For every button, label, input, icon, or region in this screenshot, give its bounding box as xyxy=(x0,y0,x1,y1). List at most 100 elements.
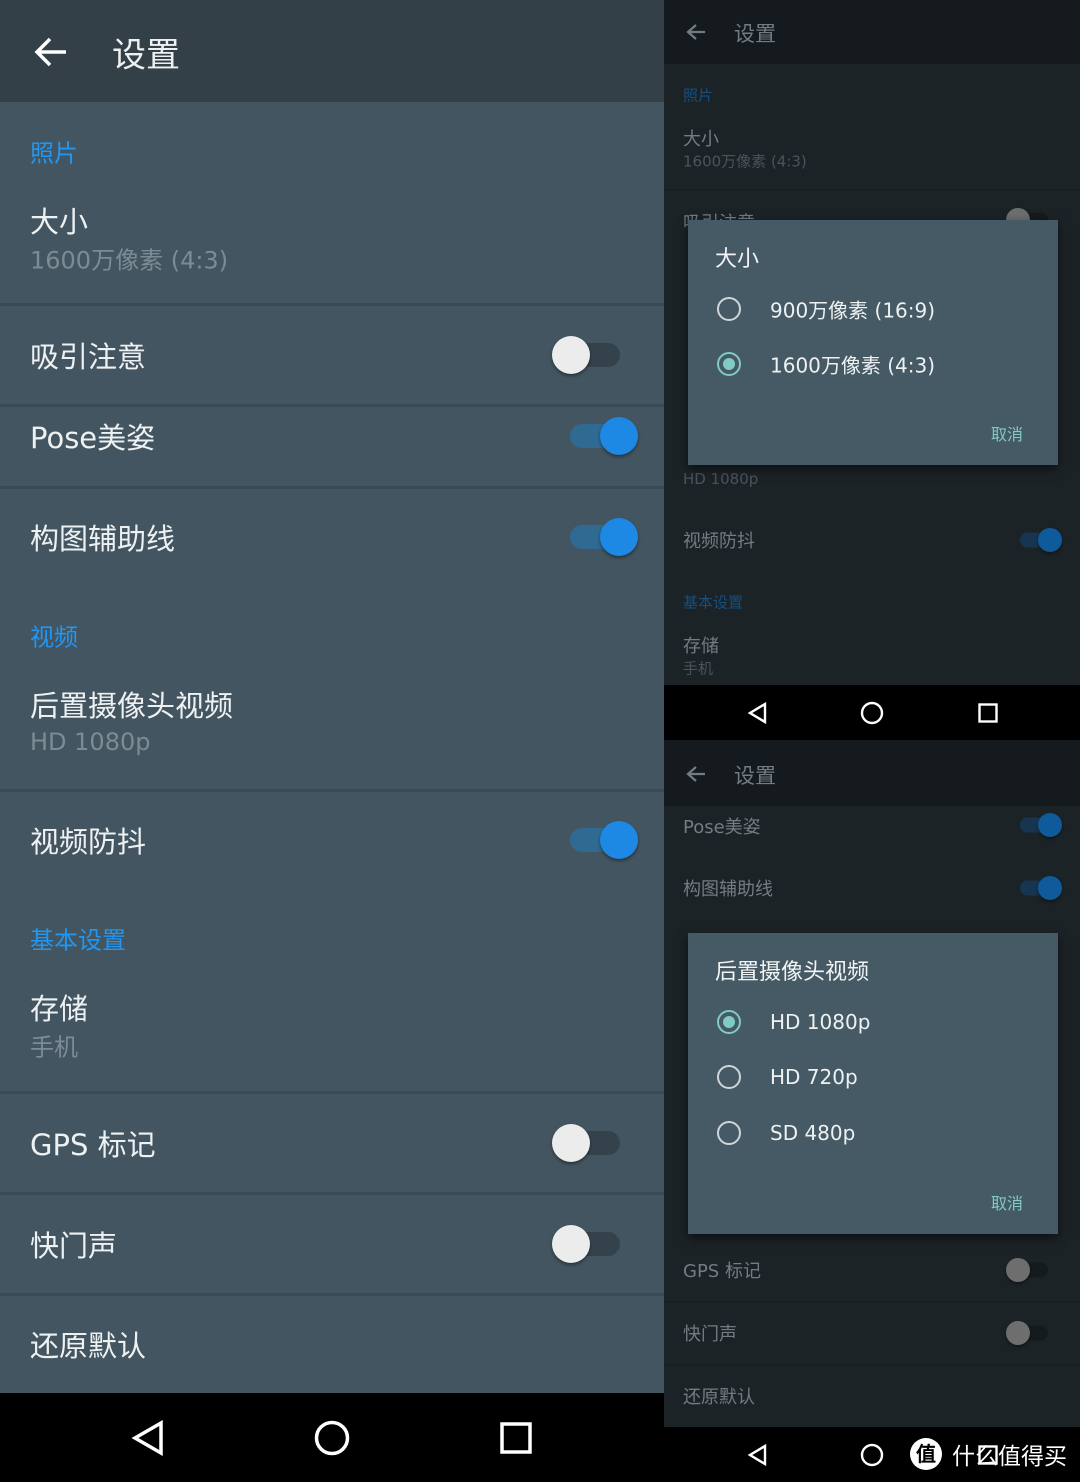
app-bar: 设置 xyxy=(664,0,1080,64)
storage-setting[interactable]: 存储 xyxy=(30,986,88,1028)
toggle-thumb xyxy=(600,518,638,556)
rear-video-setting[interactable]: 后置摄像头视频 xyxy=(30,683,233,725)
stabilize-toggle[interactable] xyxy=(570,821,638,859)
radio-button[interactable] xyxy=(717,1010,741,1034)
settings-screen: 设置 照片 大小 1600万像素 (4:3) 吸引注意 Pose美姿 构图辅助线… xyxy=(0,0,664,1393)
attention-setting[interactable]: 吸引注意 xyxy=(30,334,146,376)
gps-setting[interactable]: GPS 标记 xyxy=(683,1257,761,1283)
recents-icon[interactable] xyxy=(500,1422,532,1454)
back-arrow-icon[interactable] xyxy=(686,23,706,41)
radio-button[interactable] xyxy=(717,352,741,376)
storage-value: 手机 xyxy=(30,1033,78,1062)
rear-video-value: HD 1080p xyxy=(683,470,759,488)
toggle-thumb xyxy=(1038,813,1062,837)
section-basic: 基本设置 xyxy=(683,593,744,612)
size-value: 1600万像素 (4:3) xyxy=(683,152,807,171)
toggle-thumb xyxy=(600,821,638,859)
gps-setting[interactable]: GPS 标记 xyxy=(30,1122,156,1164)
radio-button[interactable] xyxy=(717,1065,741,1089)
reset-setting[interactable]: 还原默认 xyxy=(30,1323,146,1365)
grid-setting[interactable]: 构图辅助线 xyxy=(683,875,773,901)
stabilize-toggle[interactable] xyxy=(1020,528,1062,552)
option-label[interactable]: 900万像素 (16:9) xyxy=(770,295,935,324)
pose-toggle[interactable] xyxy=(1020,813,1062,837)
toggle-thumb xyxy=(1006,1321,1030,1345)
pose-setting[interactable]: Pose美姿 xyxy=(683,813,761,839)
shutter-setting[interactable]: 快门声 xyxy=(683,1320,737,1346)
divider xyxy=(0,303,664,306)
divider xyxy=(0,404,664,407)
option-label[interactable]: HD 1080p xyxy=(770,1010,870,1034)
size-dialog: 大小 900万像素 (16:9) 1600万像素 (4:3) 取消 xyxy=(688,220,1058,465)
nav-bar xyxy=(0,1393,664,1482)
shutter-toggle[interactable] xyxy=(1006,1321,1048,1345)
stabilize-setting[interactable]: 视频防抖 xyxy=(30,819,146,861)
video-dialog-screen: 设置 Pose美姿 构图辅助线 GPS 标记 快门声 还原默认 后置摄像头视频 … xyxy=(664,740,1080,1427)
app-bar: 设置 xyxy=(664,740,1080,806)
back-icon[interactable] xyxy=(747,1444,767,1466)
page-title: 设置 xyxy=(734,22,776,46)
back-icon[interactable] xyxy=(131,1420,165,1456)
home-icon[interactable] xyxy=(860,1443,884,1467)
page-title: 设置 xyxy=(734,764,776,788)
back-arrow-icon[interactable] xyxy=(686,765,706,783)
toggle-thumb xyxy=(552,1225,590,1263)
size-setting[interactable]: 大小 xyxy=(683,125,719,151)
radio-button[interactable] xyxy=(717,1121,741,1145)
divider xyxy=(664,189,1080,191)
option-label[interactable]: 1600万像素 (4:3) xyxy=(770,350,935,379)
toggle-thumb xyxy=(1038,528,1062,552)
rear-video-value: HD 1080p xyxy=(30,728,151,756)
stabilize-setting[interactable]: 视频防抖 xyxy=(683,527,755,553)
option-label[interactable]: SD 480p xyxy=(770,1121,855,1145)
shutter-toggle[interactable] xyxy=(552,1225,620,1263)
section-photo: 照片 xyxy=(30,139,78,168)
section-video: 视频 xyxy=(30,623,78,652)
divider xyxy=(0,1293,664,1296)
app-bar: 设置 xyxy=(0,0,664,102)
video-dialog: 后置摄像头视频 HD 1080p HD 720p SD 480p 取消 xyxy=(688,933,1058,1234)
nav-bar: 值 什么值得买 xyxy=(664,1427,1080,1482)
cancel-button[interactable]: 取消 xyxy=(991,1190,1023,1214)
gps-toggle[interactable] xyxy=(1006,1258,1048,1282)
watermark-logo-icon: 值 xyxy=(910,1438,942,1470)
dialog-title: 后置摄像头视频 xyxy=(715,960,870,985)
storage-setting[interactable]: 存储 xyxy=(683,632,719,658)
toggle-thumb xyxy=(1038,876,1062,900)
cancel-button[interactable]: 取消 xyxy=(991,421,1023,445)
divider xyxy=(0,486,664,489)
toggle-thumb xyxy=(552,336,590,374)
toggle-thumb xyxy=(600,417,638,455)
reset-setting[interactable]: 还原默认 xyxy=(683,1383,755,1409)
divider xyxy=(664,1301,1080,1303)
recents-icon[interactable] xyxy=(978,703,998,723)
toggle-thumb xyxy=(552,1124,590,1162)
radio-button[interactable] xyxy=(717,297,741,321)
attention-toggle[interactable] xyxy=(552,336,620,374)
watermark: 什么值得买 xyxy=(952,1444,1067,1470)
size-dialog-screen: 设置 照片 大小 1600万像素 (4:3) 吸引注意 HD 1080p 视频防… xyxy=(664,0,1080,685)
page-title: 设置 xyxy=(112,35,180,76)
back-arrow-icon[interactable] xyxy=(34,36,68,68)
pose-setting[interactable]: Pose美姿 xyxy=(30,415,155,457)
pose-toggle[interactable] xyxy=(570,417,638,455)
gps-toggle[interactable] xyxy=(552,1124,620,1162)
grid-toggle[interactable] xyxy=(570,518,638,556)
option-label[interactable]: HD 720p xyxy=(770,1065,858,1089)
size-value: 1600万像素 (4:3) xyxy=(30,246,229,275)
divider xyxy=(0,789,664,792)
divider xyxy=(0,1192,664,1195)
home-icon[interactable] xyxy=(860,701,884,725)
toggle-thumb xyxy=(1006,1258,1030,1282)
grid-toggle[interactable] xyxy=(1020,876,1062,900)
divider xyxy=(0,1091,664,1094)
shutter-setting[interactable]: 快门声 xyxy=(30,1223,117,1265)
storage-value: 手机 xyxy=(683,659,714,678)
home-icon[interactable] xyxy=(314,1420,350,1456)
grid-setting[interactable]: 构图辅助线 xyxy=(30,516,175,558)
section-photo: 照片 xyxy=(683,86,714,105)
nav-bar xyxy=(664,685,1080,740)
dialog-title: 大小 xyxy=(715,247,760,272)
back-icon[interactable] xyxy=(747,702,767,724)
size-setting[interactable]: 大小 xyxy=(30,199,88,241)
